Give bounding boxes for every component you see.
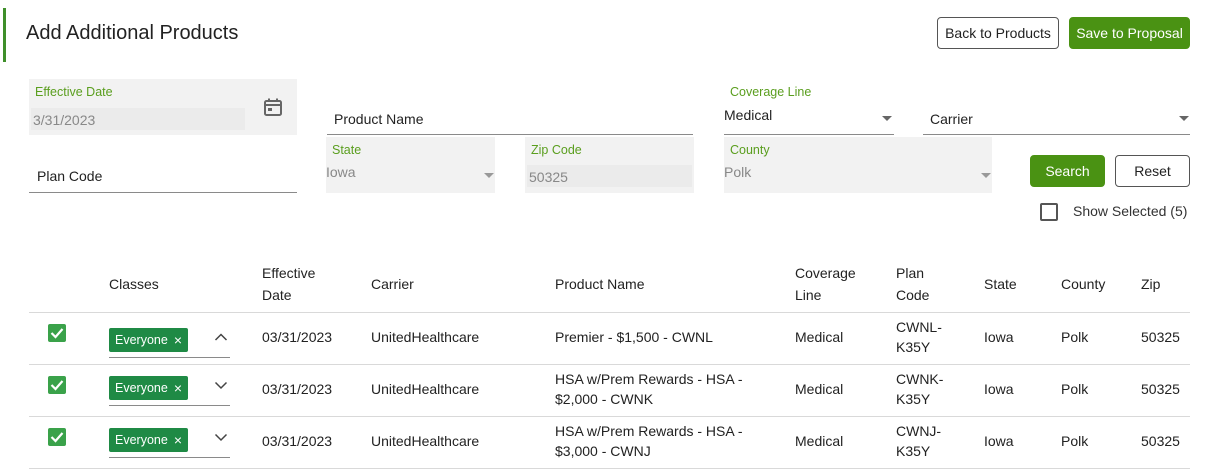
column-header-zip: Zip [1141,276,1161,292]
cell-zip: 50325 [1141,433,1180,449]
class-chip: Everyone × [109,376,188,400]
cell-coverage-line: Medical [795,381,844,397]
back-to-products-button[interactable]: Back to Products [937,17,1059,49]
cell-coverage-line: Medical [795,329,844,345]
cell-state: Iowa [984,433,1014,449]
column-header-coverage-line: Coverage Line [795,265,856,303]
cell-effective-date: 03/31/2023 [262,381,333,397]
chevron-down-icon[interactable] [214,380,228,390]
column-header-plan-code: Plan Code [896,265,930,303]
cell-zip: 50325 [1141,381,1180,397]
page-title: Add Additional Products [26,22,239,44]
cell-product-name: Premier - $1,500 - CWNL [555,329,713,345]
chip-remove-icon[interactable]: × [174,333,182,347]
state-select: State Iowa [326,137,495,193]
cell-county: Polk [1061,381,1089,397]
cell-state: Iowa [984,381,1014,397]
chip-remove-icon[interactable]: × [174,433,182,447]
state-label: State [332,143,362,157]
title-accent-bar [3,8,6,62]
carrier-dropdown-icon [1179,116,1189,121]
cell-county: Polk [1061,329,1089,345]
chip-remove-icon[interactable]: × [174,381,182,395]
reset-button[interactable]: Reset [1115,155,1190,187]
cell-state: Iowa [984,329,1014,345]
calendar-icon[interactable] [263,97,283,117]
row-divider [29,364,1190,365]
column-header-carrier: Carrier [371,276,414,292]
cell-plan-code: CWNK- K35Y [896,371,944,407]
column-header-state: State [984,276,1017,292]
column-header-product-name: Product Name [555,276,645,292]
header-divider [29,312,1190,313]
state-value: Iowa [326,164,356,180]
class-chip: Everyone × [109,428,188,452]
effective-date-value: 3/31/2023 [33,112,96,128]
class-chip: Everyone × [109,328,188,352]
cell-county: Polk [1061,433,1089,449]
effective-date-label: Effective Date [35,85,113,99]
show-selected-label: Show Selected (5) [1073,203,1188,219]
carrier-select[interactable]: Carrier [923,100,1190,135]
zip-code-value: 50325 [529,169,568,185]
column-header-county: County [1061,276,1106,292]
county-select: County Polk [724,137,992,193]
save-to-proposal-button[interactable]: Save to Proposal [1069,17,1190,49]
county-label: County [730,143,770,157]
zip-code-label: Zip Code [531,143,582,157]
county-value: Polk [724,164,752,180]
product-name-input[interactable]: Product Name [327,100,693,135]
zip-code-field: Zip Code 50325 [525,137,694,193]
show-selected-checkbox[interactable] [1040,203,1058,221]
cell-carrier: UnitedHealthcare [371,433,480,449]
cell-carrier: UnitedHealthcare [371,381,480,397]
carrier-placeholder: Carrier [930,111,973,127]
coverage-line-dropdown-icon [882,116,892,121]
cell-plan-code: CWNL- K35Y [896,319,942,355]
column-header-effective-date: Effective Date [262,265,316,303]
state-dropdown-icon [484,173,494,178]
chevron-up-icon[interactable] [214,332,228,342]
cell-coverage-line: Medical [795,433,844,449]
row-checkbox-checked[interactable] [48,428,66,446]
classes-select[interactable]: Everyone × [109,372,230,406]
search-button[interactable]: Search [1030,155,1105,187]
coverage-line-value: Medical [724,107,773,123]
cell-carrier: UnitedHealthcare [371,329,480,345]
cell-effective-date: 03/31/2023 [262,433,333,449]
plan-code-input[interactable]: Plan Code [29,158,297,193]
product-name-placeholder: Product Name [334,111,424,127]
cell-zip: 50325 [1141,329,1180,345]
column-header-classes: Classes [109,276,159,292]
county-dropdown-icon [981,173,991,178]
cell-product-name: HSA w/Prem Rewards - HSA - $3,000 - CWNJ [555,423,743,459]
plan-code-placeholder: Plan Code [37,168,103,184]
classes-select[interactable]: Everyone × [109,424,230,458]
effective-date-field[interactable]: Effective Date 3/31/2023 [29,79,297,135]
row-divider [29,416,1190,417]
classes-select[interactable]: Everyone × [109,324,230,358]
cell-plan-code: CWNJ- K35Y [896,423,942,459]
row-checkbox-checked[interactable] [48,376,66,394]
row-checkbox-checked[interactable] [48,324,66,342]
coverage-line-select[interactable]: Coverage Line Medical [724,79,894,135]
coverage-line-label: Coverage Line [730,85,812,99]
cell-product-name: HSA w/Prem Rewards - HSA - $2,000 - CWNK [555,371,743,407]
cell-effective-date: 03/31/2023 [262,329,333,345]
chevron-down-icon[interactable] [214,432,228,442]
row-divider [29,468,1190,469]
